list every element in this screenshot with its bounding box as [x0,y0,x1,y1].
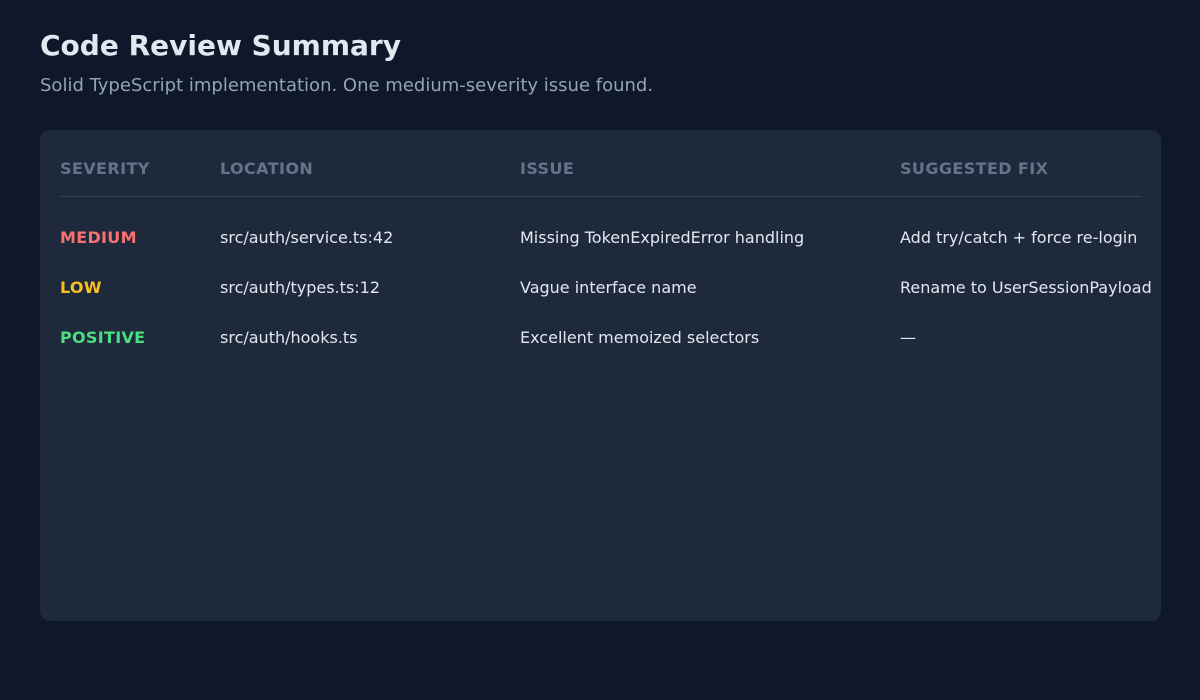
page-title: Code Review Summary [40,29,401,62]
issue-cell: Missing TokenExpiredError handling [520,228,805,247]
review-table-card: SEVERITY LOCATION ISSUE SUGGESTED FIX ME… [40,130,1161,621]
suggested-fix-cell: — [900,328,916,347]
column-header-issue: ISSUE [520,159,575,178]
location-cell: src/auth/service.ts:42 [220,228,394,247]
column-header-suggested-fix: SUGGESTED FIX [900,159,1049,178]
table-row: MEDIUM src/auth/service.ts:42 Missing To… [60,223,1141,253]
issue-cell: Vague interface name [520,278,697,297]
column-header-location: LOCATION [220,159,314,178]
location-cell: src/auth/types.ts:12 [220,278,381,297]
table-header-row: SEVERITY LOCATION ISSUE SUGGESTED FIX [60,156,1141,197]
location-cell: src/auth/hooks.ts [220,328,358,347]
column-header-severity: SEVERITY [60,159,150,178]
severity-badge: POSITIVE [60,328,146,347]
issue-cell: Excellent memoized selectors [520,328,760,347]
page-subtitle: Solid TypeScript implementation. One med… [40,75,654,96]
severity-badge: MEDIUM [60,228,137,247]
table-row: LOW src/auth/types.ts:12 Vague interface… [60,273,1152,303]
table-row: POSITIVE src/auth/hooks.ts Excellent mem… [60,323,1141,353]
suggested-fix-cell: Rename to UserSessionPayload [900,278,1152,297]
severity-badge: LOW [60,278,102,297]
suggested-fix-cell: Add try/catch + force re-login [900,228,1138,247]
